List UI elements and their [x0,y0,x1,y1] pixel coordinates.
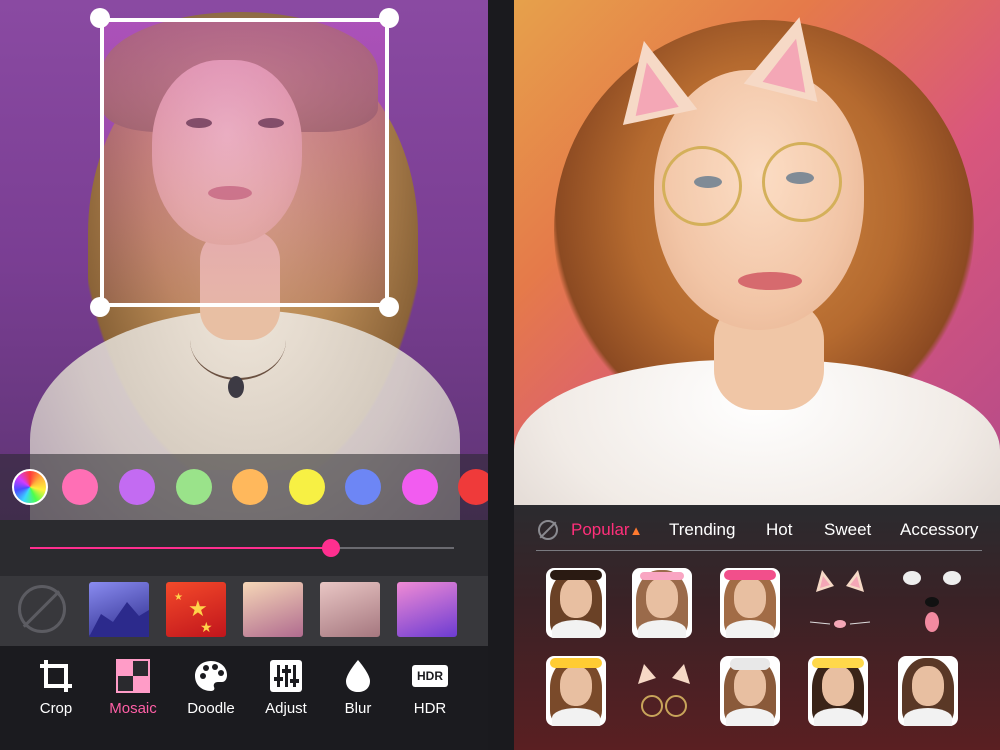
sticker-screen: Popular▲ Trending Hot Sweet Accessory [514,0,1000,750]
lips [738,272,802,290]
photo-canvas[interactable] [514,0,1000,505]
svg-text:★: ★ [200,620,213,636]
color-swatch-magenta[interactable] [402,469,438,505]
tab-trending[interactable]: Trending [669,520,735,540]
sticker-thumbnail[interactable] [546,568,606,638]
edit-screen: ★ ★ ★ Crop Mosaic Doodle Adjust Blur HDR… [0,0,488,750]
color-swatch-green[interactable] [176,469,212,505]
hdr-icon: HDR [390,656,470,696]
mosaic-label: Mosaic [109,700,157,717]
pattern-thumbnail[interactable] [243,582,303,637]
adjust-tool[interactable]: Adjust [246,656,326,726]
photo-canvas[interactable] [0,0,488,520]
color-wheel-swatch[interactable] [12,469,48,505]
tab-popular[interactable]: Popular▲ [571,520,642,540]
pattern-thumbnail[interactable] [89,582,149,637]
tab-accessory[interactable]: Accessory [900,520,978,540]
selection-box[interactable] [100,18,389,307]
doodle-label: Doodle [187,700,235,717]
drop-icon [318,656,398,696]
tab-sweet[interactable]: Sweet [824,520,871,540]
selection-handle-top-left[interactable] [90,8,110,28]
cat-glasses-sticker[interactable] [630,656,698,728]
tab-hot[interactable]: Hot [766,520,792,540]
sticker-thumbnail[interactable] [546,656,606,726]
sticker-thumbnail[interactable] [720,568,780,638]
sticker-thumbnail[interactable] [808,656,868,726]
pattern-thumbnail[interactable] [397,582,457,637]
mosaic-icon [93,656,173,696]
svg-text:★: ★ [174,592,183,603]
sticker-thumbnail[interactable] [632,568,692,638]
color-swatch-yellow[interactable] [289,469,325,505]
crop-tool[interactable]: Crop [16,656,96,726]
pattern-thumbnail[interactable] [320,582,380,637]
no-pattern-icon[interactable] [18,585,66,633]
crop-icon [16,656,96,696]
svg-text:★: ★ [188,597,208,622]
crop-label: Crop [39,700,73,717]
necklace [190,300,286,380]
glasses-lens-right[interactable] [762,142,842,222]
color-swatch-purple[interactable] [119,469,155,505]
palette-icon [171,656,251,696]
glasses-lens-left[interactable] [662,146,742,226]
tabs-divider [536,550,982,551]
color-swatch-red[interactable] [458,469,488,505]
mosaic-tool[interactable]: Mosaic [93,656,173,726]
cat-face-sticker[interactable] [806,566,874,638]
dog-face-sticker[interactable] [898,566,966,638]
blur-label: Blur [344,700,372,717]
pendant [228,376,244,398]
screen-divider [488,0,514,750]
selection-handle-top-right[interactable] [379,8,399,28]
color-swatch-orange[interactable] [232,469,268,505]
intensity-slider-fill [30,547,332,549]
doodle-tool[interactable]: Doodle [171,656,251,726]
sticker-thumbnail[interactable] [898,656,958,726]
pattern-thumbnail[interactable]: ★ ★ ★ [166,582,226,637]
selection-handle-bottom-right[interactable] [379,297,399,317]
color-swatch-pink[interactable] [62,469,98,505]
hdr-tool[interactable]: HDR HDR [390,656,470,726]
selection-handle-bottom-left[interactable] [90,297,110,317]
color-swatch-blue[interactable] [345,469,381,505]
fire-icon: ▲ [629,523,643,538]
adjust-label: Adjust [265,700,307,717]
no-sticker-icon[interactable] [538,520,558,540]
blur-tool[interactable]: Blur [318,656,398,726]
sticker-thumbnail[interactable] [720,656,780,726]
sliders-icon [246,656,326,696]
intensity-slider-knob[interactable] [322,539,341,557]
hdr-label: HDR [413,700,447,717]
